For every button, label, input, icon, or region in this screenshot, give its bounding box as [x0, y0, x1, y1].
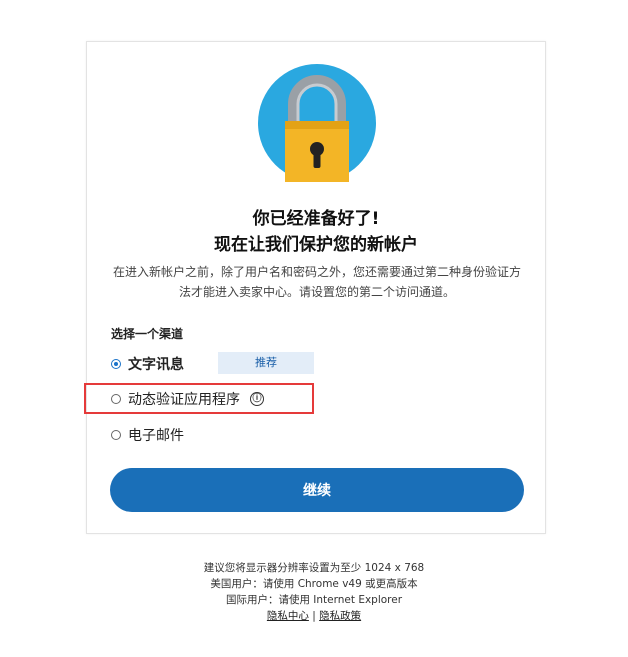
recommended-badge: 推荐: [218, 352, 314, 374]
continue-button[interactable]: 继续: [110, 468, 524, 512]
footer-separator: |: [308, 610, 320, 622]
option-label-text-message: 文字讯息: [128, 357, 184, 373]
choose-channel-label: 选择一个渠道: [111, 327, 184, 341]
footer-us-browser-note: 美国用户：请使用 Chrome v49 或更高版本: [210, 578, 418, 590]
footer-links: 隐私中心 | 隐私政策: [0, 608, 628, 624]
privacy-policy-link[interactable]: 隐私政策: [319, 610, 361, 622]
radio-text-message[interactable]: [111, 359, 121, 369]
option-text-message[interactable]: 文字讯息: [111, 354, 184, 374]
description-text: 在进入新帐户之前，除了用户名和密码之外，您还需要通过第二种身份验证方法才能进入卖…: [113, 265, 522, 299]
privacy-center-link[interactable]: 隐私中心: [267, 610, 309, 622]
headline-protect: 现在让我们保护您的新帐户: [214, 235, 418, 255]
padlock-icon: [258, 64, 376, 187]
footer-intl-browser-note: 国际用户：请使用 Internet Explorer: [225, 594, 403, 606]
option-label-email: 电子邮件: [128, 428, 184, 444]
radio-email[interactable]: [111, 430, 121, 440]
setup-card: 你已经准备好了! 现在让我们保护您的新帐户 在进入新帐户之前，除了用户名和密码之…: [86, 41, 546, 534]
footer-resolution-note: 建议您将显示器分辨率设置为至少 1024 x 768: [203, 562, 425, 574]
option-email[interactable]: 电子邮件: [111, 425, 184, 445]
headline-ready: 你已经准备好了!: [252, 209, 380, 229]
footer: 建议您将显示器分辨率设置为至少 1024 x 768 美国用户：请使用 Chro…: [0, 560, 628, 624]
highlight-box: [84, 383, 314, 414]
